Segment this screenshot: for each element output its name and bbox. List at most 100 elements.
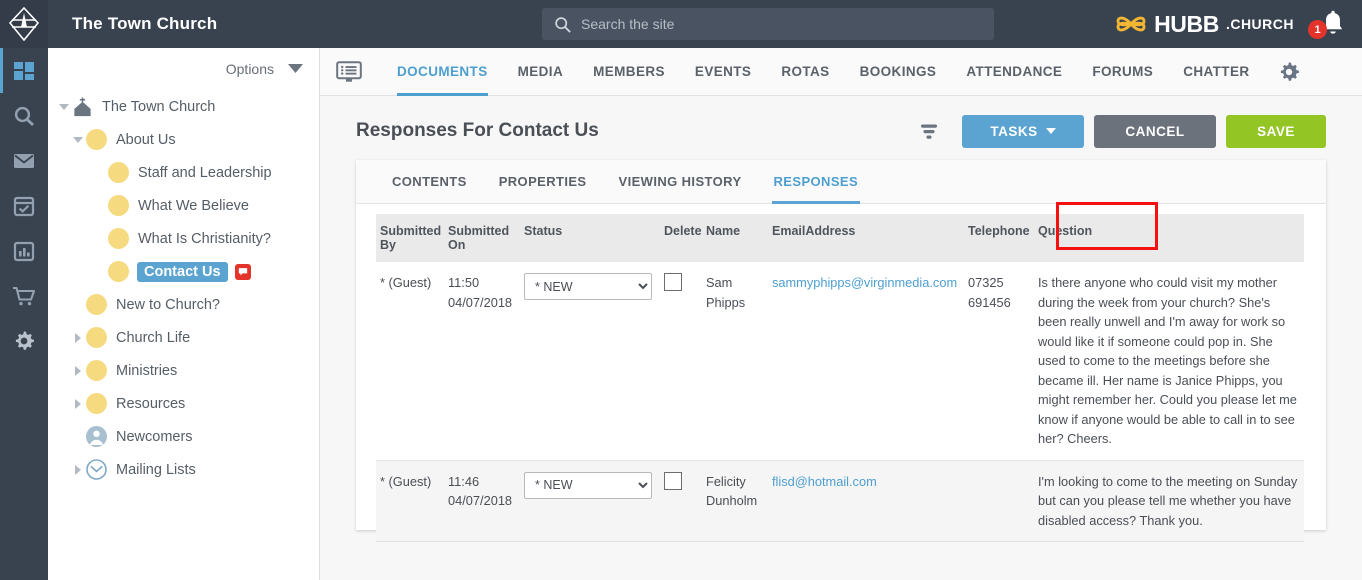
nav-tab-media[interactable]: MEDIA	[503, 48, 579, 96]
tree-item[interactable]: What We Believe	[48, 189, 319, 222]
rail-item-reports[interactable]	[0, 228, 48, 273]
cell-name: Felicity Dunholm	[702, 460, 768, 542]
tasks-button[interactable]: TASKS	[962, 114, 1084, 148]
page-dot-icon	[86, 327, 107, 348]
delete-checkbox[interactable]	[664, 273, 682, 291]
status-select[interactable]: * NEW	[524, 471, 652, 499]
filter-icon[interactable]	[918, 121, 940, 141]
tree-item[interactable]: New to Church?	[48, 288, 319, 321]
caret-right-icon[interactable]	[70, 332, 86, 343]
site-search[interactable]	[542, 8, 994, 40]
navbar-settings-button[interactable]	[1277, 60, 1301, 84]
table-row: * (Guest) 11:46 04/07/2018 * NEW Felicity D…	[376, 460, 1304, 542]
page-dot-icon	[86, 294, 107, 315]
nav-tab-members[interactable]: MEMBERS	[578, 48, 680, 96]
tree-item-label: Ministries	[116, 362, 178, 379]
mail-icon	[14, 153, 34, 168]
cell-delete	[660, 460, 702, 542]
responses-table: Submitted By Submitted On Status Delete Name…	[376, 214, 1304, 542]
nav-tab-forums[interactable]: FORUMS	[1077, 48, 1168, 96]
nav-tab-chatter[interactable]: CHATTER	[1168, 48, 1264, 96]
notifications-button[interactable]: 1	[1308, 8, 1348, 42]
cell-status: * NEW	[520, 460, 660, 542]
subtab-contents[interactable]: CONTENTS	[376, 160, 483, 204]
rail-item-search[interactable]	[0, 93, 48, 138]
email-link[interactable]: flisd@hotmail.com	[772, 474, 877, 489]
column-header: Submitted By	[376, 214, 444, 262]
church-icon	[72, 96, 93, 117]
nav-tab-documents[interactable]: DOCUMENTS	[382, 48, 503, 96]
main-area: DOCUMENTS MEDIA MEMBERS EVENTS ROTAS BOOKINGS…	[320, 48, 1362, 580]
hubb-logo-icon	[1116, 16, 1146, 32]
page-dot-icon	[108, 162, 129, 183]
cell-question: I'm looking to come to the meeting on Su…	[1034, 460, 1304, 542]
caret-right-icon[interactable]	[70, 398, 86, 409]
tree-item-label: What We Believe	[138, 197, 249, 214]
rail-item-dashboard[interactable]	[0, 48, 48, 93]
tree-item-label: Staff and Leadership	[138, 164, 272, 181]
rail-item-mail[interactable]	[0, 138, 48, 183]
page-dot-icon	[108, 228, 129, 249]
comment-icon[interactable]	[234, 263, 251, 280]
shopping-cart-icon	[12, 286, 35, 305]
tree-item[interactable]: Contact Us	[48, 255, 319, 288]
cell-delete	[660, 262, 702, 461]
options-label: Options	[225, 61, 274, 77]
subtab-viewing-history[interactable]: VIEWING HISTORY	[603, 160, 758, 204]
email-link[interactable]: sammyphipps@virginmedia.com	[772, 275, 957, 290]
tree-item[interactable]: Mailing Lists	[48, 453, 319, 486]
tree-item-label: Newcomers	[116, 428, 193, 445]
tree-item-label: About Us	[116, 131, 176, 148]
cell-name: Sam Phipps	[702, 262, 768, 461]
section-navbar: DOCUMENTS MEDIA MEMBERS EVENTS ROTAS BOOKINGS…	[320, 48, 1362, 96]
person-icon	[86, 426, 107, 447]
tree-item[interactable]: About Us	[48, 123, 319, 156]
nav-tab-events[interactable]: EVENTS	[680, 48, 766, 96]
responses-card: CONTENTS PROPERTIES VIEWING HISTORY RESPONS…	[356, 160, 1326, 542]
tree-item-label: Contact Us	[137, 261, 228, 282]
cell-submitted-by: * (Guest)	[376, 262, 444, 461]
cell-telephone: 07325 691456	[964, 262, 1034, 461]
church-logo[interactable]	[0, 0, 48, 48]
tree-item[interactable]: Resources	[48, 387, 319, 420]
cancel-button[interactable]: CANCEL	[1094, 114, 1216, 148]
save-button[interactable]: SAVE	[1226, 114, 1326, 148]
tree-item[interactable]: Newcomers	[48, 420, 319, 453]
tree-item[interactable]: The Town Church	[48, 90, 319, 123]
app-title: The Town Church	[72, 14, 218, 33]
subtab-responses[interactable]: RESPONSES	[758, 160, 875, 204]
rail-item-settings[interactable]	[0, 318, 48, 363]
tree-item-label: The Town Church	[102, 98, 216, 115]
dashboard-icon	[14, 61, 34, 80]
document-subtabs: CONTENTS PROPERTIES VIEWING HISTORY RESPONS…	[356, 160, 1326, 204]
tree-item[interactable]: What Is Christianity?	[48, 222, 319, 255]
status-select[interactable]: * NEW	[524, 273, 652, 300]
search-input[interactable]	[581, 16, 971, 32]
nav-tab-attendance[interactable]: ATTENDANCE	[951, 48, 1077, 96]
delete-checkbox[interactable]	[664, 471, 682, 490]
page-dot-icon	[86, 393, 107, 414]
rail-item-calendar[interactable]	[0, 183, 48, 228]
search-icon	[14, 106, 34, 126]
nav-tab-rotas[interactable]: ROTAS	[766, 48, 844, 96]
cell-question: Is there anyone who could visit my mothe…	[1034, 262, 1304, 461]
bar-chart-icon	[13, 241, 35, 261]
cell-email: flisd@hotmail.com	[768, 460, 964, 542]
caret-right-icon[interactable]	[70, 464, 86, 475]
tree-item[interactable]: Church Life	[48, 321, 319, 354]
cell-submitted-on: 11:50 04/07/2018	[444, 262, 520, 461]
cell-status: * NEW	[520, 262, 660, 461]
page-tree: The Town Church About Us Staff and Leaders…	[48, 78, 319, 486]
caret-down-icon[interactable]	[56, 103, 72, 110]
subtab-properties[interactable]: PROPERTIES	[483, 160, 603, 204]
rail-item-store[interactable]	[0, 273, 48, 318]
tree-item-label: What Is Christianity?	[138, 230, 271, 247]
tree-options-button[interactable]: Options	[48, 48, 319, 78]
caret-right-icon[interactable]	[70, 365, 86, 376]
church-crest-icon	[9, 7, 39, 41]
tree-item[interactable]: Staff and Leadership	[48, 156, 319, 189]
gear-icon	[15, 330, 34, 350]
nav-tab-bookings[interactable]: BOOKINGS	[845, 48, 952, 96]
caret-down-icon[interactable]	[70, 136, 86, 143]
tree-item[interactable]: Ministries	[48, 354, 319, 387]
